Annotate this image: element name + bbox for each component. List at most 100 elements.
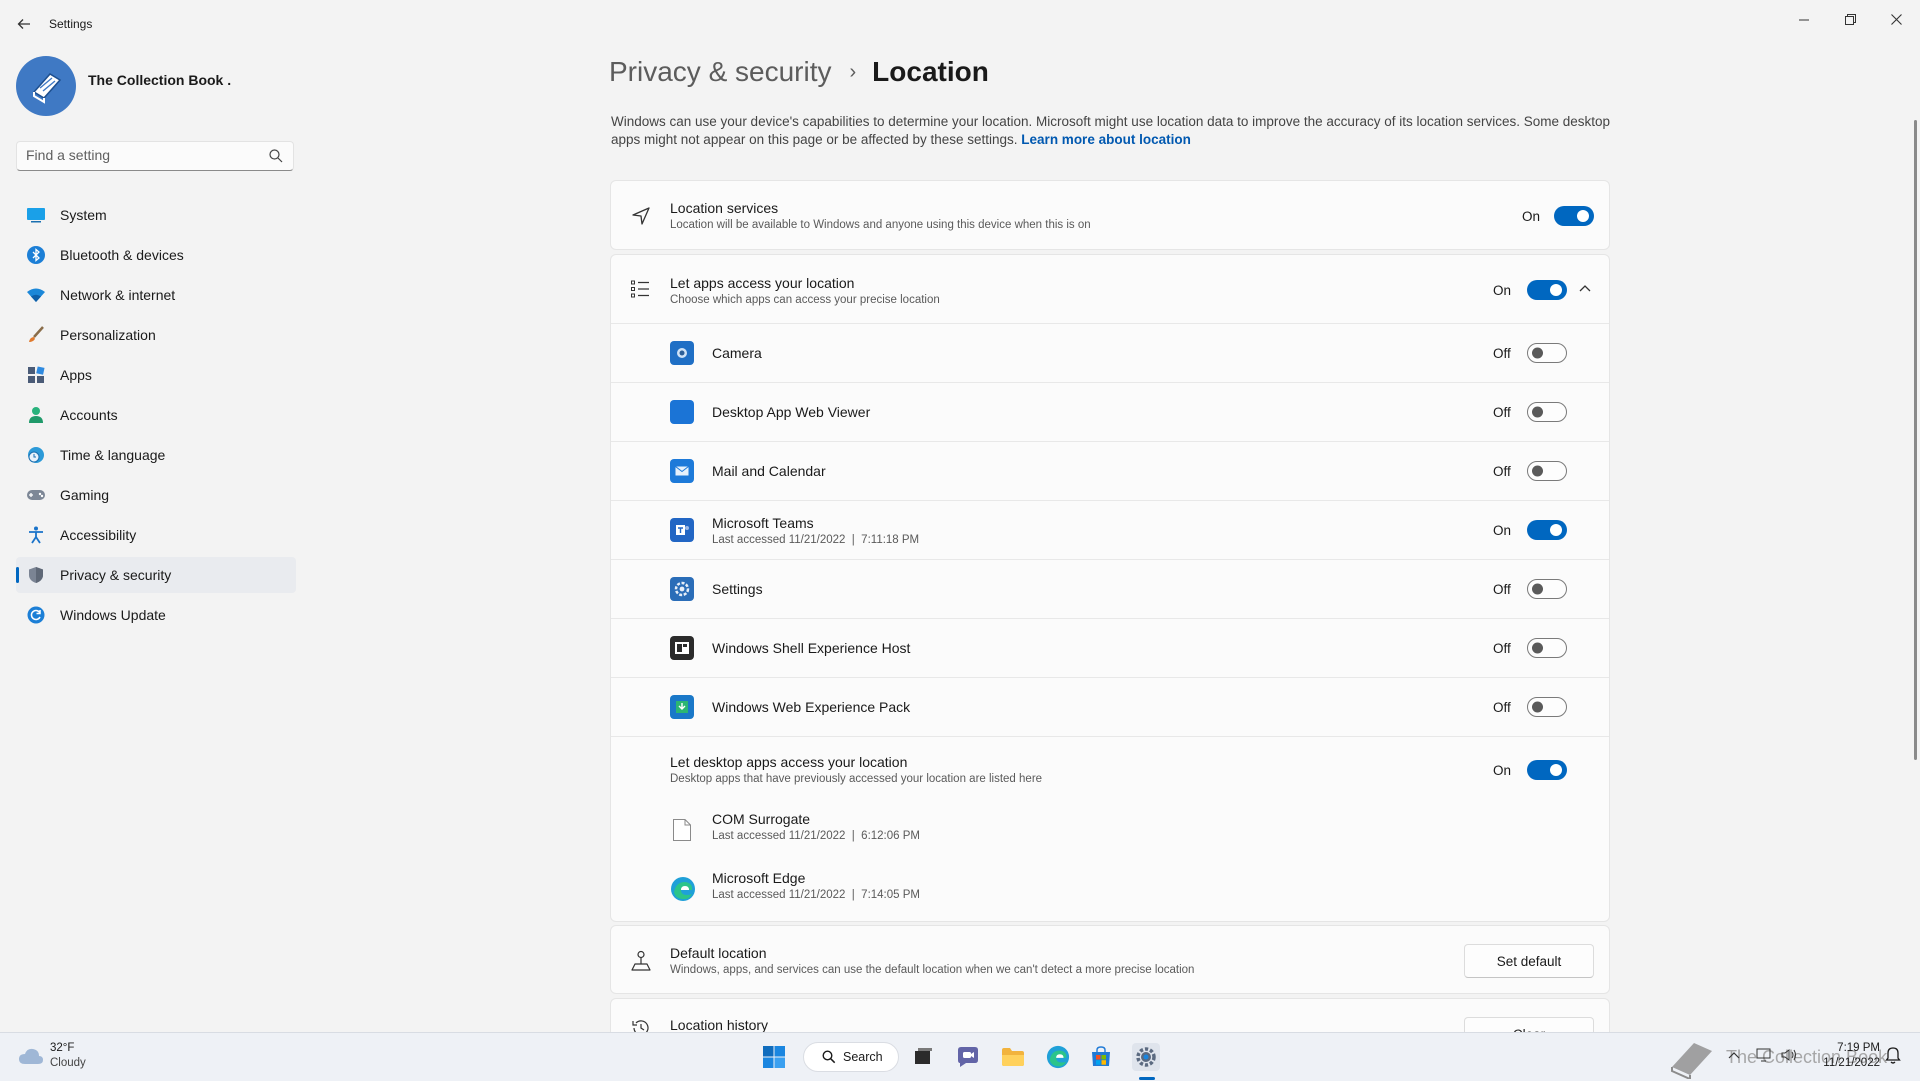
breadcrumb-parent[interactable]: Privacy & security <box>609 56 832 88</box>
sidebar-nav: System Bluetooth & devices Network & int… <box>16 197 296 637</box>
location-services-subtitle: Location will be available to Windows an… <box>670 219 1091 231</box>
sidebar-item-network[interactable]: Network & internet <box>16 277 296 313</box>
web-experience-location-toggle[interactable] <box>1527 697 1567 717</box>
task-view-button[interactable] <box>909 1043 937 1071</box>
sidebar-item-label: Privacy & security <box>60 567 172 583</box>
map-pin-icon <box>631 950 651 971</box>
title-bar: Settings <box>0 0 1920 48</box>
folder-icon <box>1002 1048 1024 1066</box>
sidebar-item-personalization[interactable]: Personalization <box>16 317 296 353</box>
list-icon <box>631 280 649 298</box>
store-button[interactable] <box>1087 1043 1115 1071</box>
windows-logo-icon <box>763 1046 785 1068</box>
desktop-access-toggle[interactable] <box>1527 760 1567 780</box>
app-access-toggle[interactable] <box>1527 280 1567 300</box>
web-viewer-location-toggle[interactable] <box>1527 402 1567 422</box>
shell-host-location-toggle[interactable] <box>1527 638 1567 658</box>
settings-location-toggle[interactable] <box>1527 579 1567 599</box>
location-services-state: On <box>1522 209 1541 224</box>
app-state: Off <box>1493 700 1511 715</box>
search-box[interactable] <box>16 141 294 171</box>
app-name: Microsoft Teams <box>712 515 814 531</box>
app-state: Off <box>1493 346 1511 361</box>
sidebar-item-system[interactable]: System <box>16 197 296 233</box>
sidebar-item-accounts[interactable]: Accounts <box>16 397 296 433</box>
divider <box>611 736 1609 737</box>
task-view-icon <box>915 1048 932 1064</box>
sidebar-item-time-language[interactable]: Time & language <box>16 437 296 473</box>
chat-icon <box>958 1047 978 1067</box>
sidebar-item-windows-update[interactable]: Windows Update <box>16 597 296 633</box>
accessibility-icon <box>26 525 46 545</box>
desktop-app-name: COM Surrogate <box>712 811 811 827</box>
search-icon[interactable] <box>268 148 284 164</box>
breadcrumb-separator: › <box>849 60 857 83</box>
app-row-mail: Mail and Calendar Off <box>611 442 1609 500</box>
set-default-button[interactable]: Set default <box>1464 944 1594 978</box>
learn-more-link[interactable]: Learn more about location <box>1021 132 1191 147</box>
close-button[interactable] <box>1873 4 1919 34</box>
watermark-book-icon <box>1671 1043 1712 1079</box>
file-explorer-button[interactable] <box>999 1043 1027 1071</box>
search-icon <box>822 1050 836 1064</box>
location-services-toggle[interactable] <box>1554 206 1594 226</box>
desktop-app-last-accessed: Last accessed 11/21/2022 | 6:12:06 PM <box>712 830 920 842</box>
desktop-app-name: Microsoft Edge <box>712 870 806 886</box>
start-button[interactable] <box>760 1043 788 1071</box>
sidebar-item-accessibility[interactable]: Accessibility <box>16 517 296 553</box>
sidebar-item-gaming[interactable]: Gaming <box>16 477 296 513</box>
app-row-shell-host: Windows Shell Experience Host Off <box>611 619 1609 677</box>
app-title: Settings <box>49 17 93 31</box>
avatar[interactable] <box>16 56 76 116</box>
settings-taskbar-button[interactable] <box>1132 1043 1160 1071</box>
chat-button[interactable] <box>954 1043 982 1071</box>
app-access-header[interactable]: Let apps access your location Choose whi… <box>611 255 1609 323</box>
edge-button[interactable] <box>1044 1043 1072 1071</box>
gear-icon <box>1136 1047 1156 1067</box>
taskbar-search[interactable]: Search <box>803 1042 899 1072</box>
desktop-app-row-com-surrogate: COM Surrogate Last accessed 11/21/2022 |… <box>611 805 1609 861</box>
sidebar-item-apps[interactable]: Apps <box>16 357 296 393</box>
app-access-card: Let apps access your location Choose whi… <box>610 254 1610 922</box>
volume-icon[interactable] <box>1780 1047 1798 1063</box>
camera-location-toggle[interactable] <box>1527 343 1567 363</box>
cloud-icon <box>19 1048 43 1064</box>
web-viewer-icon <box>670 400 694 424</box>
notification-bell-icon[interactable] <box>1885 1046 1901 1064</box>
taskbar-clock[interactable]: 7:19 PM 11/21/2022 <box>1810 1042 1880 1069</box>
minimize-button[interactable] <box>1781 4 1827 34</box>
search-input[interactable] <box>17 142 256 168</box>
chevron-up-icon[interactable] <box>1579 284 1591 292</box>
network-icon[interactable] <box>1756 1047 1774 1063</box>
weather-widget[interactable]: 32°F Cloudy <box>16 1041 126 1073</box>
sidebar-item-label: Accounts <box>60 407 118 423</box>
restore-button[interactable] <box>1827 4 1873 34</box>
sidebar-item-bluetooth[interactable]: Bluetooth & devices <box>16 237 296 273</box>
app-access-state: On <box>1493 283 1512 298</box>
sidebar-item-label: Accessibility <box>60 527 137 543</box>
sidebar-item-label: Network & internet <box>60 287 176 303</box>
mail-location-toggle[interactable] <box>1527 461 1567 481</box>
page-title: Location <box>872 56 989 87</box>
default-location-title: Default location <box>670 945 767 961</box>
tray-chevron-icon[interactable] <box>1728 1051 1740 1059</box>
weather-temp: 32°F <box>50 1042 75 1054</box>
system-icon <box>26 205 46 225</box>
desktop-access-subtitle: Desktop apps that have previously access… <box>670 773 1043 785</box>
app-state: Off <box>1493 641 1511 656</box>
app-name: Camera <box>712 345 762 361</box>
desktop-app-row-edge: Microsoft Edge Last accessed 11/21/2022 … <box>611 864 1609 920</box>
app-state: On <box>1493 523 1512 538</box>
scrollbar[interactable] <box>1914 120 1917 760</box>
sidebar-item-label: System <box>60 207 107 223</box>
sidebar-item-privacy-security[interactable]: Privacy & security <box>16 557 296 593</box>
clock-date: 11/21/2022 <box>1823 1057 1880 1069</box>
clock-globe-icon <box>26 445 46 465</box>
teams-location-toggle[interactable] <box>1527 520 1567 540</box>
back-button[interactable] <box>10 12 38 36</box>
clock-time: 7:19 PM <box>1837 1042 1880 1054</box>
app-state: Off <box>1493 405 1511 420</box>
shell-host-icon <box>670 636 694 660</box>
intro-text: Windows can use your device's capabiliti… <box>611 113 1611 149</box>
app-row-teams: Microsoft Teams Last accessed 11/21/2022… <box>611 501 1609 559</box>
